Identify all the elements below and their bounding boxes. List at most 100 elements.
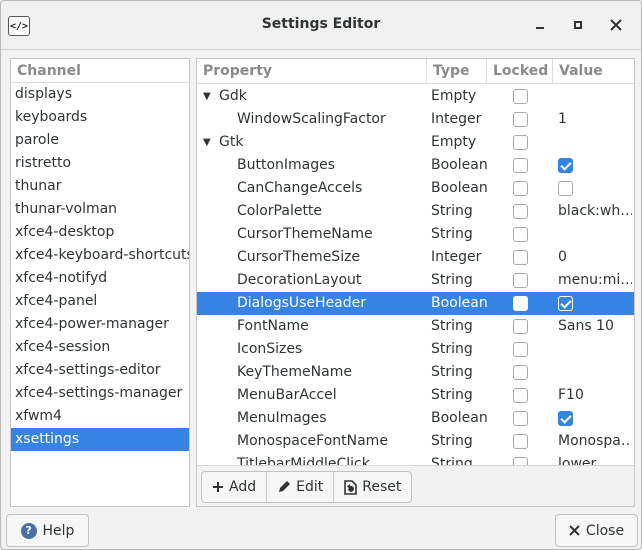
channel-item[interactable]: xfce4-keyboard-shortcuts: [11, 244, 189, 267]
property-row[interactable]: MenuImages Boolean: [197, 407, 634, 430]
property-row[interactable]: TitlebarMiddleClick String lower: [197, 453, 634, 465]
property-type: String: [431, 226, 473, 242]
property-name: DialogsUseHeader: [237, 295, 367, 311]
property-row[interactable]: DialogsUseHeader Boolean: [197, 292, 634, 315]
property-row[interactable]: IconSizes String: [197, 338, 634, 361]
locked-checkbox[interactable]: [513, 342, 528, 357]
locked-checkbox[interactable]: [513, 158, 528, 173]
property-type: Integer: [431, 249, 482, 265]
property-rows: ▼ Gdk Empty WindowScalingFactor Integer 1 ▼ Gtk…: [197, 85, 634, 465]
channel-item[interactable]: xfce4-settings-editor: [11, 359, 189, 382]
property-row[interactable]: MonospaceFontName String Monospa…: [197, 430, 634, 453]
channel-item[interactable]: xfce4-panel: [11, 290, 189, 313]
maximize-icon: [574, 21, 582, 29]
property-type: Integer: [431, 111, 482, 127]
property-row[interactable]: WindowScalingFactor Integer 1: [197, 108, 634, 131]
locked-checkbox[interactable]: [513, 457, 528, 465]
add-button[interactable]: Add: [202, 472, 268, 502]
locked-checkbox[interactable]: [513, 388, 528, 403]
property-row[interactable]: FontName String Sans 10: [197, 315, 634, 338]
channel-item[interactable]: xfce4-settings-manager: [11, 382, 189, 405]
property-toolbar: Add Edit Reset: [197, 465, 634, 506]
property-name: CursorThemeName: [237, 226, 373, 242]
locked-checkbox[interactable]: [513, 365, 528, 380]
reset-document-icon: [344, 479, 358, 495]
channel-item[interactable]: xfce4-session: [11, 336, 189, 359]
property-column-header[interactable]: Property: [197, 59, 427, 83]
locked-checkbox[interactable]: [513, 204, 528, 219]
property-type: String: [431, 364, 473, 380]
locked-checkbox[interactable]: [513, 434, 528, 449]
property-name: CanChangeAccels: [237, 180, 363, 196]
property-row[interactable]: ▼ Gtk Empty: [197, 131, 634, 154]
property-type: Boolean: [431, 410, 487, 426]
property-type: String: [431, 433, 473, 449]
help-button[interactable]: ? Help: [6, 514, 89, 547]
locked-checkbox[interactable]: [513, 273, 528, 288]
locked-checkbox[interactable]: [513, 319, 528, 334]
help-icon: ?: [20, 522, 37, 539]
property-row[interactable]: CanChangeAccels Boolean: [197, 177, 634, 200]
property-value[interactable]: 1: [558, 108, 632, 131]
property-value[interactable]: black:wh…: [558, 200, 632, 223]
locked-cell: [513, 457, 528, 465]
locked-checkbox[interactable]: [513, 296, 528, 311]
property-value[interactable]: Sans 10: [558, 315, 632, 338]
channel-item[interactable]: xfce4-power-manager: [11, 313, 189, 336]
property-row[interactable]: KeyThemeName String: [197, 361, 634, 384]
locked-checkbox[interactable]: [513, 411, 528, 426]
value-checkbox[interactable]: [558, 296, 573, 311]
channel-item[interactable]: keyboards: [11, 106, 189, 129]
type-column-header[interactable]: Type: [427, 59, 487, 83]
expander-arrow-icon[interactable]: ▼: [203, 131, 211, 154]
channel-item[interactable]: ristretto: [11, 152, 189, 175]
property-type: Boolean: [431, 157, 487, 173]
channel-item[interactable]: xfce4-notifyd: [11, 267, 189, 290]
reset-label: Reset: [362, 479, 402, 495]
channel-item[interactable]: parole: [11, 129, 189, 152]
property-row[interactable]: ColorPalette String black:wh…: [197, 200, 634, 223]
property-value[interactable]: lower: [558, 453, 632, 465]
locked-checkbox[interactable]: [513, 135, 528, 150]
property-row[interactable]: MenuBarAccel String F10: [197, 384, 634, 407]
locked-checkbox[interactable]: [513, 250, 528, 265]
add-label: Add: [229, 479, 257, 495]
channel-item[interactable]: xfwm4: [11, 405, 189, 428]
value-checkbox[interactable]: [558, 181, 573, 196]
close-icon: [569, 525, 580, 536]
value-checkbox[interactable]: [558, 411, 573, 426]
reset-button[interactable]: Reset: [334, 472, 411, 502]
close-button[interactable]: Close: [555, 514, 638, 547]
edit-button[interactable]: Edit: [267, 472, 335, 502]
channel-item[interactable]: xfce4-desktop: [11, 221, 189, 244]
property-row[interactable]: CursorThemeSize Integer 0: [197, 246, 634, 269]
property-value[interactable]: 0: [558, 246, 632, 269]
value-column-header[interactable]: Value: [553, 59, 634, 83]
property-name: DecorationLayout: [237, 272, 362, 288]
expander-arrow-icon[interactable]: ▼: [203, 85, 211, 108]
property-value[interactable]: F10: [558, 384, 632, 407]
channel-item[interactable]: displays: [11, 83, 189, 106]
locked-checkbox[interactable]: [513, 227, 528, 242]
channel-item[interactable]: thunar: [11, 175, 189, 198]
channel-column-header[interactable]: Channel: [11, 59, 189, 83]
locked-column-header[interactable]: Locked: [487, 59, 553, 83]
locked-checkbox[interactable]: [513, 89, 528, 104]
property-type: String: [431, 318, 473, 334]
value-checkbox[interactable]: [558, 158, 573, 173]
property-row[interactable]: CursorThemeName String: [197, 223, 634, 246]
close-window-button[interactable]: [605, 14, 627, 36]
edit-label: Edit: [296, 479, 324, 495]
property-row[interactable]: ButtonImages Boolean: [197, 154, 634, 177]
property-value[interactable]: Monospa…: [558, 430, 632, 453]
channel-item[interactable]: xsettings: [11, 428, 189, 451]
property-value[interactable]: menu:mi…: [558, 269, 632, 292]
maximize-button[interactable]: [567, 14, 589, 36]
title-bar[interactable]: </> Settings Editor: [1, 1, 641, 50]
channel-item[interactable]: thunar-volman: [11, 198, 189, 221]
locked-checkbox[interactable]: [513, 112, 528, 127]
property-row[interactable]: DecorationLayout String menu:mi…: [197, 269, 634, 292]
locked-checkbox[interactable]: [513, 181, 528, 196]
minimize-button[interactable]: [529, 14, 551, 36]
property-row[interactable]: ▼ Gdk Empty: [197, 85, 634, 108]
